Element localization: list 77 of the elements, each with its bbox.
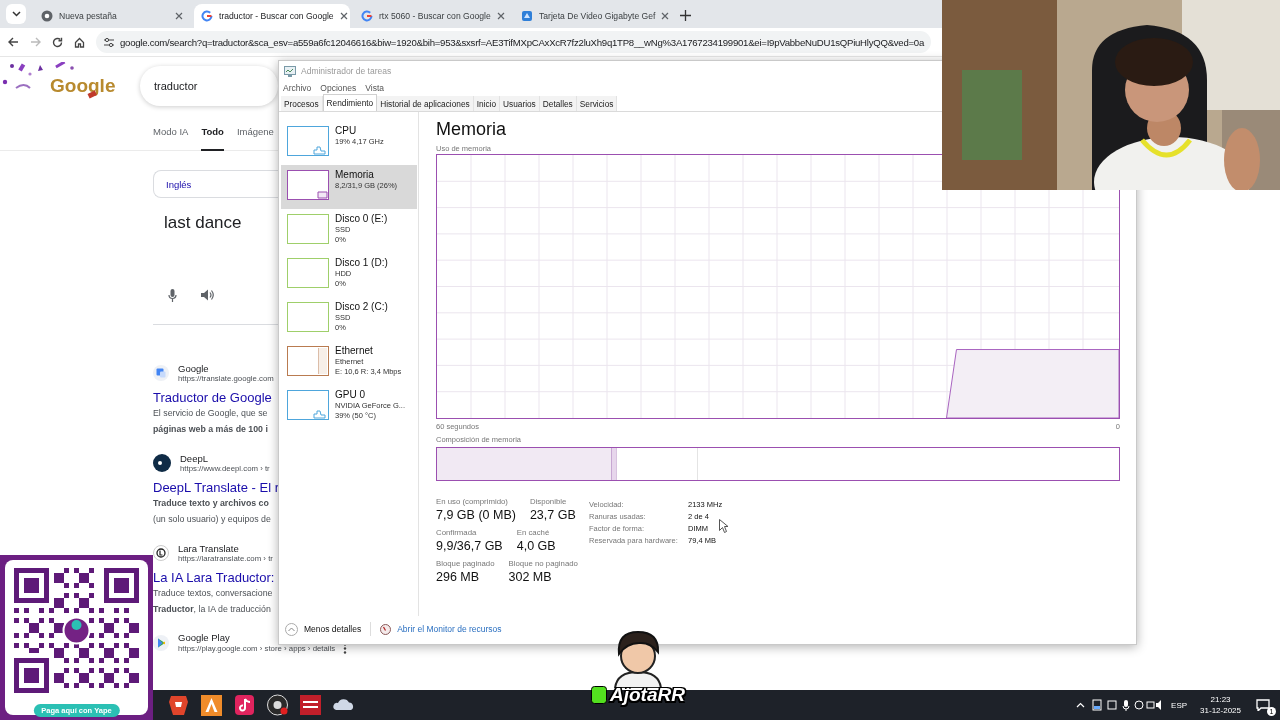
result-source: Google Play xyxy=(178,632,231,643)
language-indicator[interactable]: ESP xyxy=(1171,700,1188,710)
browser-tab[interactable]: traductor - Buscar con Google xyxy=(194,4,350,28)
language-selector[interactable]: Inglés xyxy=(166,178,192,190)
more-icon[interactable] xyxy=(343,643,348,654)
result-title[interactable]: Traductor de Google xyxy=(153,390,272,405)
google-icon xyxy=(201,10,213,22)
panel-title: Memoria xyxy=(436,118,507,140)
result-source: Lara Translate xyxy=(178,543,240,554)
reload-icon[interactable] xyxy=(52,36,63,48)
result-snippet: Traductor, la IA de traducción xyxy=(153,603,271,616)
stat-value: 4,0 GB xyxy=(516,538,556,555)
chevron-up-icon[interactable] xyxy=(1076,702,1086,708)
stat-value: 7,9 GB (0 MB) xyxy=(436,507,516,524)
address-bar[interactable]: google.com/search?q=traductor&sca_esv=a559a6fc12046616&biw=1920&bih=953&sxsrf=AE3TifMXpCAxXcR7fz2luXh9q1TP8__wNg%3A1767234199901&ei=I9pVabbeNuDU1sQPiuHlyQQ&ved=0a xyxy=(96,31,931,53)
music-note-icon[interactable] xyxy=(232,693,257,717)
tab[interactable]: Detalles xyxy=(539,96,577,111)
close-icon[interactable] xyxy=(175,12,183,20)
close-icon[interactable] xyxy=(661,12,670,20)
voice-changer-icon[interactable] xyxy=(298,693,323,717)
triangle-app-icon[interactable] xyxy=(199,693,224,717)
stat-value: 23,7 GB xyxy=(529,507,576,524)
gauge-icon[interactable] xyxy=(380,623,392,635)
translate-icon xyxy=(153,365,169,381)
resource-monitor-link[interactable]: Abrir el Monitor de recursos xyxy=(397,624,502,634)
result-snippet: (un solo usuario) y equipos de xyxy=(153,513,271,526)
speaker-icon[interactable] xyxy=(201,289,214,301)
store-icon xyxy=(521,10,533,22)
logo-icon xyxy=(591,686,607,704)
stat-value: 296 MB xyxy=(436,569,481,586)
cursor-icon xyxy=(719,519,728,533)
new-tab-icon[interactable] xyxy=(680,10,691,21)
less-details-button[interactable]: Menos detalles xyxy=(304,624,362,634)
lara-icon xyxy=(153,545,169,561)
source-text: last dance xyxy=(164,213,242,233)
tab[interactable]: Rendimiento xyxy=(322,94,378,111)
search-field[interactable]: traductor xyxy=(140,66,278,106)
streamer-name: AjotaRR xyxy=(610,684,685,706)
browser-tab[interactable]: Tarjeta De Video Gigabyte Gef xyxy=(514,4,670,28)
play-store-icon xyxy=(153,635,169,651)
google-icon xyxy=(361,10,373,22)
stat-value: 302 MB xyxy=(508,569,553,586)
back-icon[interactable] xyxy=(8,37,19,47)
menu-item[interactable]: Opciones xyxy=(320,81,357,94)
result-snippet: páginas web a más de 100 i xyxy=(153,423,268,436)
close-icon[interactable] xyxy=(496,12,505,20)
task-manager-icon xyxy=(284,65,296,77)
result-source: Google xyxy=(178,363,210,374)
window-title: Administrador de tareas xyxy=(301,66,392,76)
browser-tab[interactable]: Nueva pestaña xyxy=(34,4,190,28)
menu-item[interactable]: Vista xyxy=(365,81,384,94)
menu-item[interactable]: Archivo xyxy=(283,81,312,94)
browser-tab[interactable]: rtx 5060 - Buscar con Google xyxy=(354,4,510,28)
tune-icon[interactable] xyxy=(104,37,114,47)
stat-value: 9,9/36,7 GB xyxy=(436,538,503,555)
close-icon[interactable] xyxy=(339,12,348,20)
search-tab[interactable]: Todo xyxy=(201,114,224,151)
deepl-icon xyxy=(153,454,171,472)
tab[interactable]: Usuarios xyxy=(500,96,540,111)
result-source: DeepL xyxy=(180,453,209,464)
clock[interactable]: 21:23 31-12-2025 xyxy=(1200,694,1241,716)
home-icon[interactable] xyxy=(74,36,85,48)
chrome-icon xyxy=(41,10,53,22)
search-tab[interactable]: Imágene xyxy=(236,114,274,151)
record-icon[interactable] xyxy=(265,693,290,717)
tab[interactable]: Servicios xyxy=(576,96,618,111)
result-snippet: Traduce texto y archivos co xyxy=(153,497,269,510)
tab[interactable]: Procesos xyxy=(281,96,323,111)
tab[interactable]: Historial de aplicaciones xyxy=(377,96,474,111)
microphone-icon[interactable] xyxy=(168,288,177,302)
search-tab[interactable]: Modo IA xyxy=(153,114,189,151)
result-snippet: El servicio de Google, que se xyxy=(153,407,268,420)
result-snippet: Traduce textos, conversacione xyxy=(153,587,273,600)
tab[interactable]: Inicio xyxy=(473,96,501,111)
result-title[interactable]: La IA Lara Traductor: xyxy=(153,570,275,585)
caret-icon[interactable] xyxy=(11,11,21,17)
lion-shield-icon[interactable] xyxy=(166,693,191,717)
